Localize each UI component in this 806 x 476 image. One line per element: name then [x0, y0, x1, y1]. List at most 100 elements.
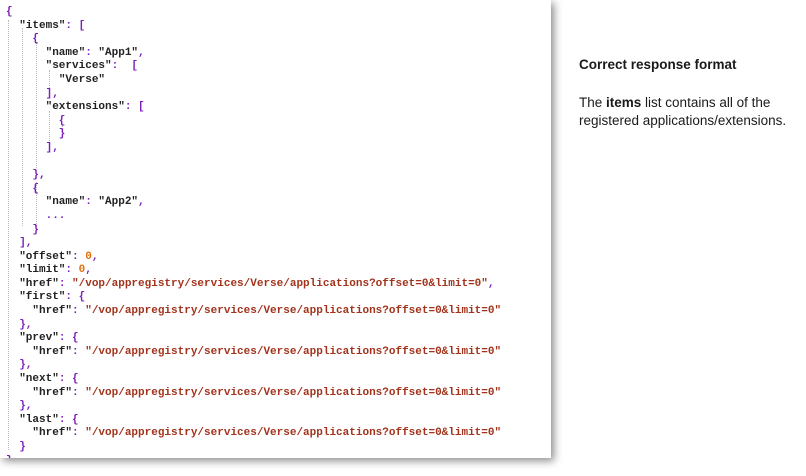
code-line: "href": "/vop/appregistry/services/Verse… — [6, 427, 501, 441]
code-line: }, — [6, 319, 501, 333]
code-token: , — [91, 250, 99, 263]
code-token: ], — [6, 87, 59, 100]
code-token: : [ — [65, 19, 86, 32]
code-token: ], — [6, 141, 59, 154]
code-token: "href" — [32, 386, 73, 399]
side-note: Correct response format The items list c… — [579, 56, 789, 130]
code-token: "href" — [19, 277, 59, 290]
json-code-panel: { "items": [ { "name": "App1", "services… — [0, 0, 551, 458]
code-line: "limit": 0, — [6, 264, 501, 278]
code-token: "limit" — [19, 264, 66, 277]
code-line: ], — [6, 237, 501, 251]
code-line: "first": { — [6, 291, 501, 305]
code-token: "items" — [19, 19, 66, 32]
code-token: "prev" — [19, 332, 59, 345]
code-token: "/vop/appregistry/services/Verse/applica… — [72, 277, 488, 290]
code-token: } — [6, 223, 40, 236]
code-line: "extensions": [ — [6, 101, 501, 115]
code-token: , — [487, 277, 495, 290]
code-token: 0 — [85, 250, 92, 263]
code-line: { — [6, 115, 501, 129]
note-title: Correct response format — [579, 57, 737, 72]
code-line: ], — [6, 142, 501, 156]
note-body-prefix: The — [579, 95, 607, 110]
code-token: : — [65, 264, 79, 277]
code-line: "services": [ — [6, 60, 501, 74]
code-line: { — [6, 6, 501, 20]
note-body: The items list contains all of the regis… — [579, 94, 789, 130]
code-line: }, — [6, 359, 501, 373]
code-token: : — [85, 196, 99, 209]
code-line: "href": "/vop/appregistry/services/Verse… — [6, 346, 501, 360]
code-line: "last": { — [6, 414, 501, 428]
code-token: ], — [6, 237, 33, 250]
code-token: "App1" — [98, 46, 139, 59]
code-token: "first" — [19, 291, 66, 304]
code-line: }, — [6, 169, 501, 183]
code-token: { — [6, 114, 66, 127]
code-token: : { — [58, 332, 79, 345]
code-token: } — [6, 455, 13, 458]
note-body-strong: items — [606, 95, 642, 110]
code-line: "Verse" — [6, 74, 501, 88]
code-token: "name" — [45, 196, 86, 209]
code-token: : — [72, 386, 86, 399]
code-line: ... — [6, 210, 501, 224]
code-token: : — [72, 345, 86, 358]
code-token: , — [138, 196, 145, 209]
code-token: "services" — [45, 60, 112, 73]
code-token: : { — [65, 291, 86, 304]
code-line: "next": { — [6, 373, 501, 387]
code-line: "href": "/vop/appregistry/services/Verse… — [6, 278, 501, 292]
code-token: "href" — [32, 305, 73, 318]
json-code-block: { "items": [ { "name": "App1", "services… — [6, 6, 501, 458]
code-line: "name": "App2", — [6, 196, 501, 210]
code-token: "href" — [32, 345, 73, 358]
code-token: { — [6, 33, 40, 46]
code-line: } — [6, 224, 501, 238]
code-token: : — [72, 305, 86, 318]
code-token: }, — [6, 359, 33, 372]
code-token: }, — [6, 169, 46, 182]
code-token: : { — [58, 413, 79, 426]
code-token: , — [85, 264, 92, 277]
code-token: : [ — [124, 101, 145, 114]
code-line: "items": [ — [6, 20, 501, 34]
code-line: "href": "/vop/appregistry/services/Verse… — [6, 305, 501, 319]
code-line: { — [6, 33, 501, 47]
code-token: "Verse" — [58, 73, 106, 86]
code-token: : — [58, 277, 73, 290]
code-token: }, — [6, 400, 33, 413]
code-token: : — [72, 427, 86, 440]
code-line: ], — [6, 88, 501, 102]
code-line: } — [6, 128, 501, 142]
code-token: : — [85, 46, 99, 59]
code-line: "prev": { — [6, 332, 501, 346]
code-token: ... — [6, 209, 66, 222]
code-token: { — [6, 6, 13, 18]
code-token: "/vop/appregistry/services/Verse/applica… — [85, 305, 502, 318]
code-token: , — [138, 46, 145, 59]
code-token: "href" — [32, 427, 73, 440]
code-token: : [ — [111, 60, 139, 73]
code-token: } — [6, 441, 26, 453]
code-token: "/vop/appregistry/services/Verse/applica… — [85, 345, 502, 358]
code-token: : { — [58, 373, 79, 386]
code-line: }, — [6, 400, 501, 414]
